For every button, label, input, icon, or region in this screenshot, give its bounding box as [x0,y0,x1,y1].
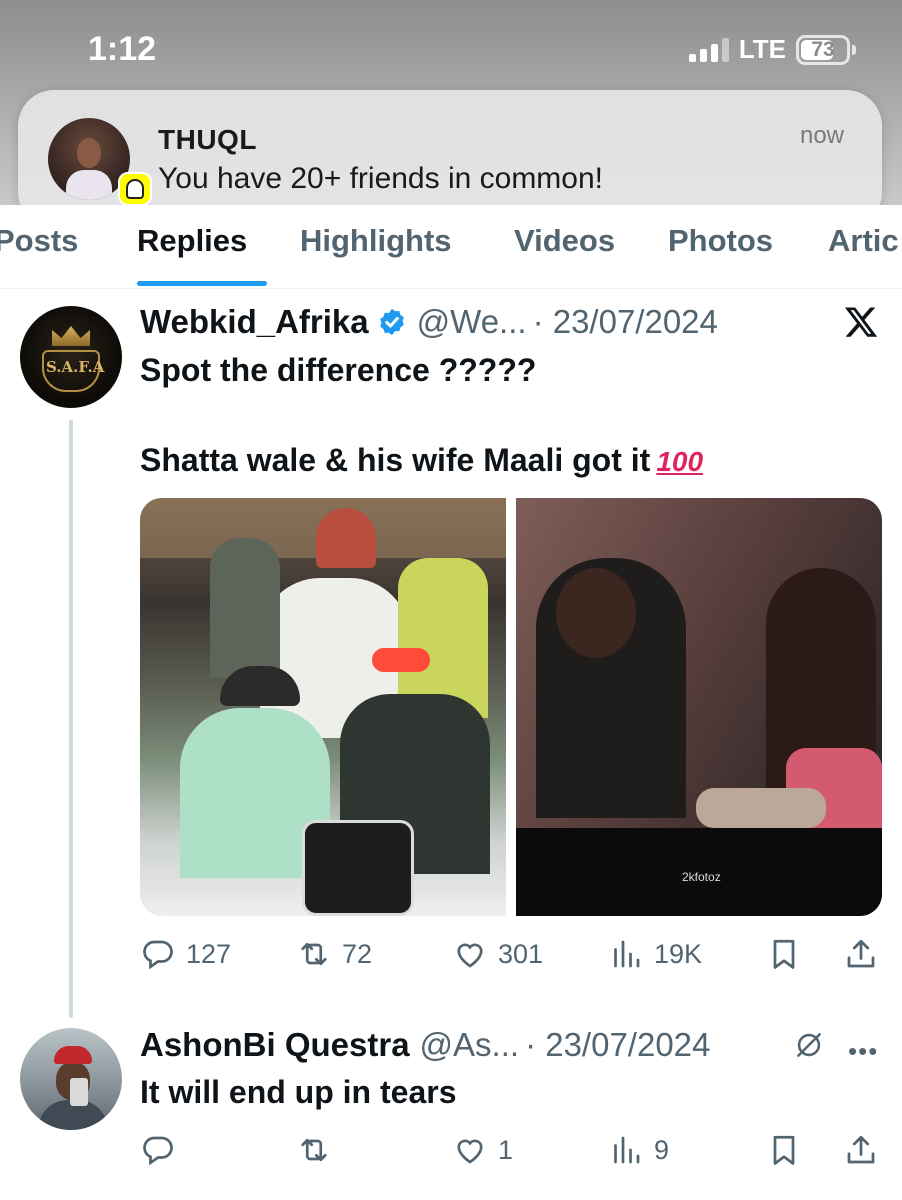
like-button[interactable]: 301 [452,936,543,972]
author-name[interactable]: Webkid_Afrika [140,303,369,341]
reply-icon [143,940,173,970]
verified-badge-icon [379,308,404,336]
active-tab-indicator [137,281,267,286]
tab-posts[interactable]: Posts [0,223,78,259]
like-count: 1 [498,1134,514,1165]
view-count: 9 [654,1134,670,1165]
views-bar-chart-icon [614,1136,640,1164]
muted-circle-slash-icon [797,1033,821,1057]
battery-percent: 73 [811,37,835,61]
tab-photos[interactable]: Photos [668,223,773,259]
tweet-text-line-2: Shatta wale & his wife Maali got it 100 [140,442,703,479]
bookmark-icon[interactable] [766,936,802,972]
snapchat-app-icon [118,172,152,206]
tab-articles[interactable]: Artic [828,223,899,259]
heart-icon [457,1139,483,1164]
crown-icon [52,326,90,346]
share-icon[interactable] [843,936,879,972]
tweet-date[interactable]: · 23/07/2024 [533,303,718,341]
views-button[interactable]: 9 [608,1132,669,1168]
photo-watermark: 2kfotoz [682,870,721,884]
views-button[interactable]: 19K [608,936,702,972]
bookmark-icon[interactable] [766,1132,802,1168]
x-logo-icon [844,307,878,337]
like-count: 301 [498,938,544,969]
repost-icon [301,942,327,966]
notification-body: You have 20+ friends in common! [158,162,604,195]
repost-icon [301,1138,327,1162]
repost-button[interactable]: 72 [296,936,372,972]
tweet-date[interactable]: · 23/07/2024 [525,1026,710,1064]
view-count: 19K [654,938,703,969]
share-icon[interactable] [843,1132,879,1168]
tweet-text-line-1: Spot the difference ????? [140,352,537,388]
thread-connector [69,420,73,1018]
battery-icon: 73 [796,34,850,65]
cellular-signal-icon [688,37,729,62]
like-button[interactable]: 1 [452,1132,513,1168]
tab-replies[interactable]: Replies [137,223,247,259]
more-options-icon[interactable]: ••• [848,1036,878,1067]
reply-button[interactable]: 127 [140,936,231,972]
avatar[interactable]: S.A.F.A [20,306,122,408]
author-name[interactable]: AshonBi Questra [140,1026,410,1064]
repost-count: 72 [342,938,373,969]
reply-icon [143,1136,173,1166]
profile-tabs: Posts Replies Highlights Videos Photos A… [0,205,902,289]
tweet-photo-right[interactable]: 2kfotoz [516,498,882,916]
tweet-header: AshonBi Questra @As... · 23/07/2024 [140,1026,710,1064]
heart-icon [457,943,483,968]
author-handle[interactable]: @We... [417,303,527,341]
tab-videos[interactable]: Videos [514,223,615,259]
tweet-text: Shatta wale & his wife Maali got it [140,442,651,478]
status-indicators: LTE 73 [688,34,856,65]
reply-button[interactable] [140,1132,186,1168]
tweet-media[interactable]: 2kfotoz [140,498,882,916]
status-time: 1:12 [88,30,157,68]
avatar-logo-text: S.A.F.A [46,358,105,376]
tweet-header: Webkid_Afrika @We... · 23/07/2024 [140,303,718,341]
notification-title: THUQL [158,124,257,155]
tweet-text: It will end up in tears [140,1074,457,1110]
views-bar-chart-icon [614,940,640,968]
repost-button[interactable] [296,1132,342,1168]
network-type: LTE [738,34,786,64]
hundred-points-emoji-icon: 100 [656,446,704,477]
avatar[interactable] [20,1028,122,1130]
tab-highlights[interactable]: Highlights [300,223,452,259]
reply-count: 127 [186,938,232,969]
author-handle[interactable]: @As... [420,1026,520,1064]
tweet-photo-left[interactable] [140,498,506,916]
notification-time: now [799,122,844,149]
